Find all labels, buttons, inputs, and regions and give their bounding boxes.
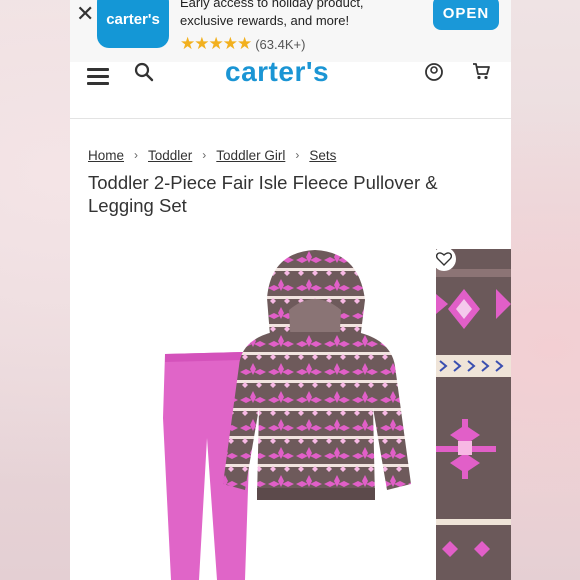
search-icon[interactable] bbox=[134, 62, 154, 82]
banner-promo-text: Early access to holiday product, exclusi… bbox=[180, 0, 364, 28]
product-title: Toddler 2-Piece Fair Isle Fleece Pullove… bbox=[88, 172, 438, 216]
app-install-banner: ✕ carter's Early access to holiday produ… bbox=[70, 0, 511, 63]
chevron-right-icon: › bbox=[202, 148, 207, 162]
menu-icon[interactable] bbox=[87, 68, 109, 85]
app-logo: carter's bbox=[97, 0, 169, 48]
chevron-right-icon: › bbox=[295, 148, 300, 162]
site-logo[interactable]: carter's bbox=[225, 56, 360, 87]
wishlist-heart-icon[interactable] bbox=[432, 247, 456, 271]
rating-count: (63.4K+) bbox=[255, 36, 306, 52]
breadcrumb: Home › Toddler › Toddler Girl › Sets bbox=[88, 146, 336, 164]
account-icon[interactable] bbox=[424, 62, 444, 82]
breadcrumb-toddler-girl[interactable]: Toddler Girl bbox=[216, 148, 285, 163]
cart-icon[interactable] bbox=[471, 62, 491, 80]
star-rating-icon: ★★★★★ bbox=[180, 34, 252, 53]
open-app-button[interactable]: OPEN bbox=[433, 0, 499, 30]
breadcrumb-home[interactable]: Home bbox=[88, 148, 124, 163]
phone-screen: ✕ carter's Early access to holiday produ… bbox=[70, 0, 511, 580]
product-image[interactable] bbox=[155, 248, 420, 580]
chevron-right-icon: › bbox=[134, 148, 139, 162]
breadcrumb-sets[interactable]: Sets bbox=[309, 148, 336, 163]
site-header: carter's bbox=[70, 56, 511, 119]
product-image-secondary[interactable] bbox=[436, 249, 511, 580]
close-banner-button[interactable]: ✕ bbox=[76, 2, 94, 26]
breadcrumb-toddler[interactable]: Toddler bbox=[148, 148, 192, 163]
app-rating: ★★★★★ (63.4K+) bbox=[180, 34, 306, 53]
